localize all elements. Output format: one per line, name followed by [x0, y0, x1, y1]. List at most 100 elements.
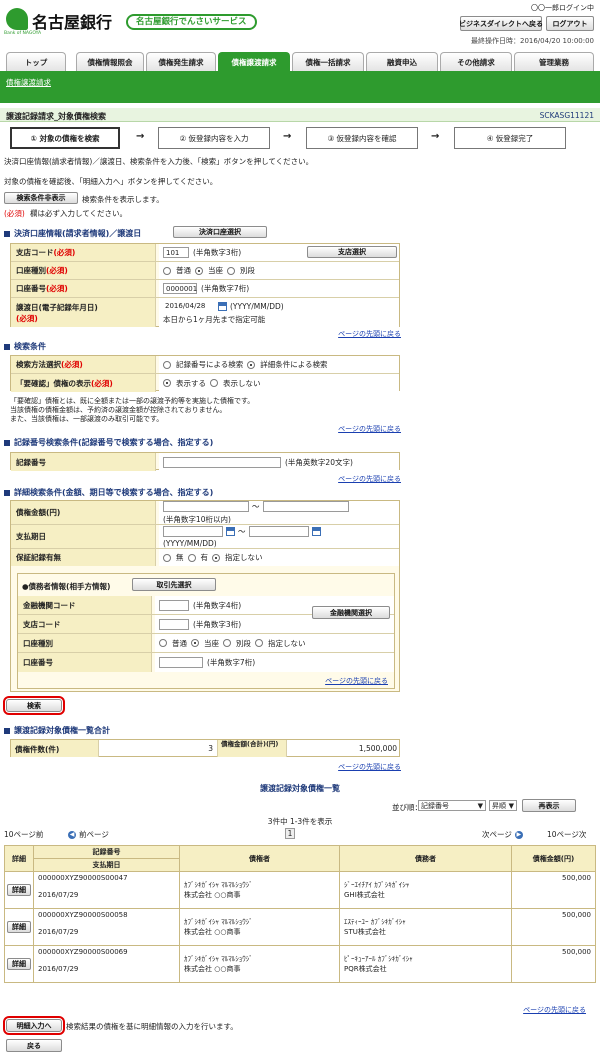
tab-credit-transfer[interactable]: 債権譲渡請求: [218, 52, 290, 71]
counterparty-select-button[interactable]: 取引先選択: [132, 578, 216, 591]
debtor-type-label: 口座種別: [23, 638, 53, 648]
debtor-branch-input[interactable]: [159, 618, 189, 630]
debtor-number-hint: (半角数字7桁): [207, 658, 256, 667]
due-label: 支払期日: [16, 532, 46, 541]
method-radio[interactable]: [163, 360, 171, 369]
debtor-number-input[interactable]: [159, 657, 203, 668]
bank-code-hint: (半角数字4桁): [193, 600, 242, 610]
method-option: 記録番号による検索: [176, 360, 244, 369]
last-operation: 最終操作日時：2016/04/20 10:00:00: [470, 37, 594, 45]
calendar-icon[interactable]: [218, 301, 227, 311]
screen-code: SCKASG11121: [539, 111, 594, 120]
bank-select-button[interactable]: 金融機関選択: [312, 606, 390, 619]
date-input[interactable]: 2016/04/28: [163, 300, 215, 312]
prev10-link[interactable]: 10ページ前: [4, 829, 43, 840]
logout-button[interactable]: ログアウト: [546, 16, 594, 31]
required-mark: (必須): [61, 360, 83, 369]
tab-loan[interactable]: 融資申込: [366, 52, 438, 71]
page-top-link[interactable]: ページの先頭に戻る: [338, 474, 401, 484]
detail-button[interactable]: 詳細: [7, 958, 31, 970]
detail-button[interactable]: 詳細: [7, 921, 31, 933]
due-date: 2016/07/29: [38, 965, 79, 973]
page-title: 譲渡記録請求_対象債権検索: [6, 112, 106, 121]
branch-hint: (半角数字3桁): [193, 248, 242, 257]
calendar-icon[interactable]: [226, 526, 235, 536]
bank-name: 名古屋銀行: [32, 13, 113, 32]
chevron-down-icon: ▼: [477, 802, 483, 810]
tab-top[interactable]: トップ: [6, 52, 66, 71]
detail-input-button[interactable]: 明細入力へ: [3, 1016, 65, 1035]
debtor-box: ●債務者情報(相手方情報) 取引先選択 金融機関コード (半角数字4桁) 支店コ…: [17, 573, 395, 689]
bank-code-input[interactable]: [159, 599, 189, 611]
search-button[interactable]: 検索: [3, 696, 65, 715]
guarantee-radio[interactable]: [163, 553, 171, 562]
debtor-name: PQR株式会社: [344, 965, 387, 973]
amount-to-input[interactable]: [262, 500, 349, 512]
note-line-3: また、当該債権は、一部譲渡のみ取引可能です。: [10, 415, 164, 423]
search-box: 検索方法選択 (必須) 記録番号による検索 詳細条件による検索 「要確認」債権の表示…: [10, 355, 400, 392]
page-top-link[interactable]: ページの先頭に戻る: [338, 424, 401, 434]
page-number[interactable]: 1: [285, 828, 295, 839]
guarantee-radio[interactable]: [212, 553, 220, 562]
debtor-name: STU株式会社: [344, 928, 386, 936]
page-top-link[interactable]: ページの先頭に戻る: [523, 1005, 586, 1015]
confirm-radio[interactable]: [163, 379, 171, 387]
type-radio[interactable]: [195, 266, 203, 275]
account-number-input[interactable]: 0000001: [163, 283, 197, 294]
order-select[interactable]: 昇順 ▼: [489, 800, 517, 811]
tab-bulk-request[interactable]: 債権一括請求: [292, 52, 364, 71]
detail-input-text: 検索結果の債権を基に明細情報の入力を行います。: [66, 1022, 238, 1031]
next-page[interactable]: 次ページ ▶: [482, 829, 523, 840]
tab-other[interactable]: その他請求: [440, 52, 512, 71]
service-name: 名古屋銀行でんさいサービス: [126, 14, 257, 30]
page-top-link[interactable]: ページの先頭に戻る: [325, 676, 388, 686]
th-amount: 債権金額(円): [511, 845, 596, 872]
debtor-type-radio[interactable]: [255, 639, 263, 647]
page-top-link[interactable]: ページの先頭に戻る: [338, 329, 401, 339]
calendar-icon[interactable]: [311, 526, 321, 536]
debtor-type-radio[interactable]: [159, 639, 167, 647]
debtor-type-option: 普通: [172, 638, 187, 648]
guarantee-radio[interactable]: [187, 553, 196, 562]
detail-button[interactable]: 詳細: [7, 884, 31, 896]
resort-button[interactable]: 再表示: [522, 799, 576, 812]
detail-box: 債権金額(円) ～ (半角数字10桁以内) 支払期日 ～ (YYYY/MM/DD…: [10, 500, 400, 692]
next10-link[interactable]: 10ページ次: [547, 829, 586, 840]
type-radio[interactable]: [163, 266, 171, 275]
toggle-search-button[interactable]: 検索条件非表示: [4, 192, 78, 204]
tab-credit-issue[interactable]: 債権発生請求: [146, 52, 216, 71]
tab-credit-info[interactable]: 債権情報照会: [76, 52, 144, 71]
method-radio[interactable]: [247, 360, 256, 369]
subnav-transfer[interactable]: 債権譲渡請求: [6, 77, 51, 88]
confirm-option: 表示する: [176, 378, 206, 388]
list-title: 譲渡記録対象債権一覧: [260, 784, 340, 793]
debtor-type-radio[interactable]: [191, 639, 199, 647]
due-date: 2016/07/29: [38, 928, 79, 936]
branch-input[interactable]: 101: [163, 247, 189, 258]
record-number: 000000XYZ90000S00069: [38, 948, 128, 956]
sort-value: 記録番号: [421, 802, 449, 810]
amount-from-input[interactable]: [163, 500, 249, 512]
tab-management[interactable]: 管理業務: [514, 52, 594, 71]
account-number-label: 口座番号: [16, 284, 46, 293]
amount: 500,000: [511, 871, 596, 909]
due-from-input[interactable]: [163, 525, 223, 537]
account-select-button[interactable]: 決済口座選択: [173, 226, 267, 238]
guarantee-option: 無: [176, 553, 184, 562]
branch-select-button[interactable]: 支店選択: [307, 246, 397, 258]
back-button[interactable]: 戻る: [6, 1039, 62, 1052]
debtor-type-radio[interactable]: [223, 639, 231, 647]
detail-heading: 詳細検索条件(金額、期日等で検索する場合、指定する): [4, 487, 213, 498]
step-3: ③ 仮登録内容を確認: [306, 127, 418, 149]
record-input[interactable]: [163, 456, 281, 468]
prev-page[interactable]: ◀ 前ページ: [68, 829, 109, 840]
business-direct-button[interactable]: ビジネスダイレクトへ戻る: [459, 16, 543, 31]
debtor-heading: ●債務者情報(相手方情報): [22, 582, 111, 591]
page-top-link[interactable]: ページの先頭に戻る: [338, 762, 401, 772]
record-heading: 記録番号検索条件(記録番号で検索する場合、指定する): [4, 437, 213, 448]
sort-select[interactable]: 記録番号 ▼: [418, 800, 486, 811]
type-radio[interactable]: [227, 266, 235, 275]
confirm-radio[interactable]: [210, 379, 218, 387]
due-to-input[interactable]: [248, 525, 309, 537]
confirm-option: 表示しない: [223, 378, 261, 388]
